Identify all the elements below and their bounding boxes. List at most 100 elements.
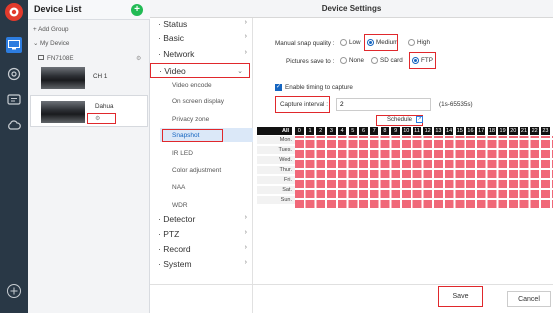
menu-detector[interactable]: · Detector › bbox=[150, 214, 253, 226]
hour-label[interactable]: 15 bbox=[455, 127, 465, 135]
hour-label[interactable]: 4 bbox=[337, 127, 347, 135]
add-circle-icon[interactable] bbox=[6, 283, 22, 299]
footer-divider bbox=[150, 284, 553, 285]
hour-label[interactable]: 20 bbox=[509, 127, 518, 135]
medium-highlight-box bbox=[364, 34, 398, 51]
hour-label[interactable]: 1 bbox=[305, 127, 315, 135]
day-label[interactable]: Wed. bbox=[257, 156, 295, 164]
hour-label[interactable]: 21 bbox=[519, 127, 529, 135]
window-title: Device Settings bbox=[150, 0, 553, 18]
menu-system-label: System bbox=[163, 259, 192, 269]
submenu-snapshot[interactable]: Snapshot bbox=[150, 132, 253, 139]
hour-label[interactable]: 19 bbox=[498, 127, 507, 135]
submenu-naa[interactable]: NAA bbox=[150, 184, 253, 191]
camera-thumbnail[interactable] bbox=[41, 67, 85, 89]
schedule-grid[interactable] bbox=[295, 136, 553, 208]
hour-label[interactable]: 13 bbox=[434, 127, 443, 135]
dahua-thumbnail bbox=[41, 101, 85, 123]
quality-high-radio[interactable]: High bbox=[408, 39, 430, 46]
device-item-fn7108e[interactable]: FN7108E bbox=[38, 55, 74, 62]
day-label[interactable]: Sun. bbox=[257, 196, 295, 204]
device-settings-icon[interactable]: ⚙ bbox=[136, 55, 141, 62]
radio-icon bbox=[340, 39, 347, 46]
chevron-right-icon: › bbox=[244, 244, 247, 251]
hour-label[interactable]: 0 bbox=[295, 127, 304, 135]
add-group-link[interactable]: + Add Group bbox=[33, 26, 69, 33]
hour-label[interactable]: 18 bbox=[487, 127, 497, 135]
settings-menu: · Status › · Basic › · Network › · Video ⌄ V… bbox=[150, 18, 253, 313]
chevron-right-icon: › bbox=[244, 19, 247, 26]
save-none-radio[interactable]: None bbox=[340, 57, 364, 64]
hour-label[interactable]: 10 bbox=[402, 127, 411, 135]
add-device-button[interactable]: + bbox=[131, 4, 143, 16]
ftp-highlight-box bbox=[409, 52, 436, 69]
hour-label[interactable]: 11 bbox=[412, 127, 422, 135]
schedule-all-button[interactable]: All bbox=[257, 127, 292, 135]
schedule-edit-icon[interactable]: ↗ bbox=[416, 116, 423, 123]
cloud-icon[interactable] bbox=[6, 117, 22, 133]
hour-label[interactable]: 8 bbox=[380, 127, 390, 135]
quality-low-label: Low bbox=[349, 39, 361, 47]
my-device-group[interactable]: ⌄ My Device bbox=[33, 40, 69, 47]
menu-ptz[interactable]: · PTZ › bbox=[150, 229, 253, 241]
chevron-down-icon: ⌄ bbox=[237, 68, 243, 75]
day-label[interactable]: Sat. bbox=[257, 186, 295, 194]
hour-label[interactable]: 17 bbox=[476, 127, 486, 135]
settings-wheel-icon[interactable] bbox=[6, 66, 22, 82]
hour-label[interactable]: 12 bbox=[423, 127, 432, 135]
submenu-video-encode[interactable]: Video encode bbox=[150, 82, 253, 89]
submenu-ir-led[interactable]: IR LED bbox=[150, 150, 253, 157]
hour-label[interactable]: 6 bbox=[359, 127, 368, 135]
capture-interval-input[interactable] bbox=[336, 98, 431, 111]
hour-label[interactable]: 14 bbox=[444, 127, 454, 135]
menu-record-label: Record bbox=[163, 244, 191, 254]
menu-ptz-label: PTZ bbox=[163, 229, 180, 239]
day-label[interactable]: Tues. bbox=[257, 146, 295, 154]
radio-icon bbox=[408, 39, 415, 46]
cancel-button[interactable]: Cancel bbox=[507, 291, 551, 307]
devices-icon[interactable] bbox=[6, 37, 22, 53]
nvr-icon bbox=[38, 55, 44, 60]
save-sdcard-label: SD card bbox=[380, 57, 403, 65]
enable-timing-label: Enable timing to capture bbox=[285, 84, 353, 92]
device1-name: FN7108E bbox=[47, 55, 74, 62]
submenu-privacy-zone[interactable]: Privacy zone bbox=[150, 116, 253, 123]
left-rail bbox=[0, 0, 28, 313]
menu-system[interactable]: · System › bbox=[150, 259, 253, 271]
snap-quality-label: Manual snap quality : bbox=[275, 40, 335, 47]
add-group-label: Add Group bbox=[38, 26, 69, 33]
channel-label: CH 1 bbox=[93, 73, 108, 80]
hour-label[interactable]: 5 bbox=[348, 127, 358, 135]
hour-label[interactable]: 22 bbox=[530, 127, 539, 135]
save-sdcard-radio[interactable]: SD card bbox=[371, 57, 403, 64]
hour-label[interactable]: 7 bbox=[369, 127, 379, 135]
enable-timing-checkbox[interactable]: ✓ Enable timing to capture bbox=[275, 84, 353, 91]
checkbox-checked-icon: ✓ bbox=[275, 84, 282, 91]
hour-label[interactable]: 9 bbox=[391, 127, 400, 135]
save-button[interactable]: Save bbox=[438, 286, 483, 307]
menu-basic-label: Basic bbox=[163, 33, 184, 43]
hour-label[interactable]: 3 bbox=[327, 127, 336, 135]
menu-record[interactable]: · Record › bbox=[150, 244, 253, 256]
hour-label[interactable]: 2 bbox=[316, 127, 325, 135]
submenu-on-screen-display[interactable]: On screen display bbox=[150, 98, 253, 105]
menu-video[interactable]: · Video ⌄ bbox=[150, 63, 250, 78]
submenu-wdr[interactable]: WDR bbox=[150, 202, 253, 209]
save-to-label: Pictures save to : bbox=[286, 58, 335, 65]
message-icon[interactable] bbox=[6, 92, 22, 108]
day-label[interactable]: Thur. bbox=[257, 166, 295, 174]
menu-basic[interactable]: · Basic › bbox=[150, 33, 253, 45]
menu-network-label: Network bbox=[163, 49, 195, 59]
day-label[interactable]: Mon. bbox=[257, 136, 295, 144]
menu-status[interactable]: · Status › bbox=[150, 19, 253, 31]
chevron-right-icon: › bbox=[244, 33, 247, 40]
hour-label[interactable]: 23 bbox=[541, 127, 550, 135]
quality-high-label: High bbox=[417, 39, 430, 47]
day-label[interactable]: Fri. bbox=[257, 176, 295, 184]
menu-video-label: Video bbox=[164, 66, 186, 76]
submenu-color-adjustment[interactable]: Color adjustment bbox=[150, 167, 253, 174]
menu-network[interactable]: · Network › bbox=[150, 49, 253, 61]
hour-label[interactable]: 16 bbox=[466, 127, 475, 135]
chevron-right-icon: › bbox=[244, 49, 247, 56]
quality-low-radio[interactable]: Low bbox=[340, 39, 361, 46]
